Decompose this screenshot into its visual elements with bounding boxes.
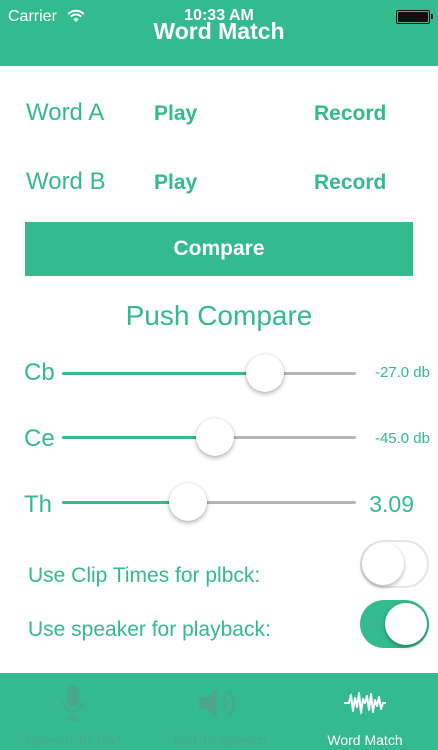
cb-slider-fill xyxy=(62,372,265,375)
cb-slider-thumb[interactable] xyxy=(245,354,284,392)
speaker-switch-knob xyxy=(385,603,427,645)
ce-slider-label: Ce xyxy=(24,425,55,452)
th-slider[interactable] xyxy=(62,482,356,522)
th-slider-thumb[interactable] xyxy=(169,483,208,521)
speaker-label: Use speaker for playback: xyxy=(28,618,271,641)
cb-slider-label: Cb xyxy=(24,359,55,386)
page-title: Word Match xyxy=(153,18,285,44)
word-b-label: Word B xyxy=(26,168,106,195)
speaker-switch[interactable] xyxy=(360,600,429,648)
th-value: 3.09 xyxy=(369,491,414,517)
tab-word-match[interactable]: Word Match xyxy=(292,673,438,750)
navigation-bar: Carrier 10:33 AM Word Match xyxy=(0,0,438,66)
compare-button[interactable]: Compare xyxy=(25,222,413,276)
microphone-icon xyxy=(61,685,85,721)
cb-value: -27.0 db xyxy=(374,364,430,381)
word-b-record-button[interactable]: Record xyxy=(314,171,386,195)
clip-times-label: Use Clip Times for plbck: xyxy=(28,564,261,587)
tab-text-to-speech-label: Text To Speech xyxy=(171,732,267,748)
th-slider-label: Th xyxy=(24,491,53,518)
word-a-record-button[interactable]: Record xyxy=(314,102,386,126)
word-a-play-button[interactable]: Play xyxy=(154,102,197,126)
word-a-label: Word A xyxy=(26,99,105,126)
clip-times-switch[interactable] xyxy=(360,540,429,588)
ce-slider-fill xyxy=(62,436,215,439)
ce-value: -45.0 db xyxy=(374,430,430,447)
word-b-play-button[interactable]: Play xyxy=(154,171,197,195)
tab-word-match-label: Word Match xyxy=(327,732,403,748)
tab-speech-to-text-label: Speech To Text xyxy=(25,732,121,748)
speaker-icon xyxy=(199,688,236,718)
tab-bar: Speech To Text Text To Speech Word Match xyxy=(0,673,438,750)
cb-slider[interactable] xyxy=(62,353,356,393)
ce-slider-thumb[interactable] xyxy=(195,418,234,456)
waveform-icon xyxy=(344,692,386,714)
tab-text-to-speech[interactable]: Text To Speech xyxy=(146,673,292,750)
clip-times-switch-knob xyxy=(362,543,404,585)
compare-status-text: Push Compare xyxy=(125,300,313,331)
tab-speech-to-text[interactable]: Speech To Text xyxy=(0,673,146,750)
ce-slider[interactable] xyxy=(62,417,356,457)
